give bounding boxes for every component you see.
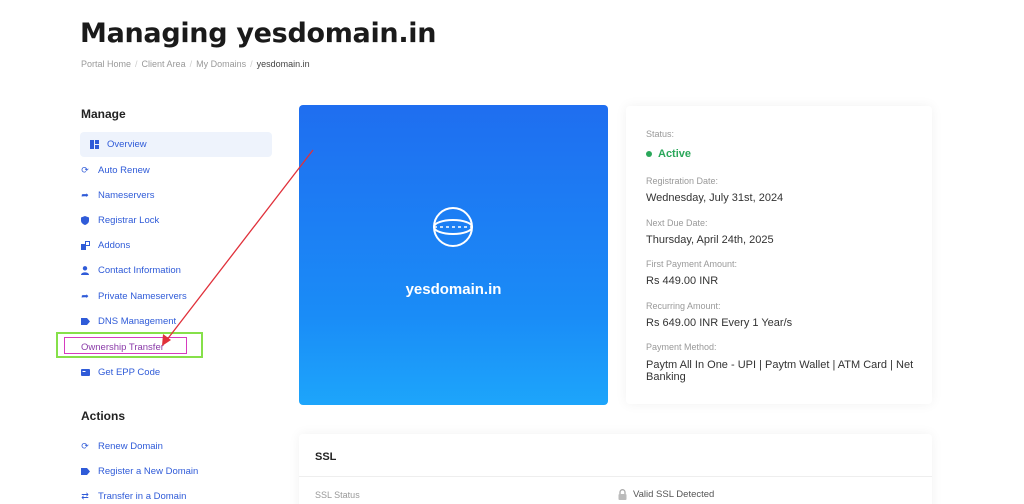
sidebar-item-label: Overview <box>107 139 147 150</box>
sidebar-item-dns-management[interactable]: DNS Management <box>80 310 176 332</box>
breadcrumb-my-domains[interactable]: My Domains <box>196 59 246 69</box>
ssl-card: SSL SSL Status Valid SSL Detected <box>299 434 932 504</box>
tag-icon <box>80 316 90 326</box>
payment-method-label: Payment Method: <box>646 342 717 352</box>
recurring-amount-label: Recurring Amount: <box>646 301 721 311</box>
next-due-date-value: Thursday, April 24th, 2025 <box>646 234 774 246</box>
card-icon <box>80 367 90 377</box>
shield-icon <box>80 215 90 225</box>
sidebar-item-label: Nameservers <box>98 189 155 201</box>
breadcrumb: Portal Home / Client Area / My Domains /… <box>81 59 310 69</box>
sidebar-item-registrar-lock[interactable]: Registrar Lock <box>80 209 159 231</box>
refresh-icon: ⟳ <box>81 164 89 175</box>
user-icon <box>80 265 90 275</box>
refresh-icon: ⟳ <box>81 440 89 451</box>
first-payment-label: First Payment Amount: <box>646 259 738 269</box>
sidebar-item-renew-domain[interactable]: ⟳ Renew Domain <box>80 435 163 457</box>
status-badge: Active <box>646 148 916 160</box>
status-value: Active <box>658 148 692 160</box>
sidebar-item-label: Addons <box>98 239 131 251</box>
dashboard-icon <box>89 140 99 150</box>
sidebar-item-label: Get EPP Code <box>98 366 161 378</box>
arrow-right-icon: ➦ <box>81 189 89 200</box>
sidebar-item-label: Transfer in a Domain <box>98 490 187 502</box>
domain-hero-card: yesdomain.in <box>299 105 608 405</box>
sidebar-item-label: Auto Renew <box>98 164 150 176</box>
sidebar-item-addons[interactable]: Addons <box>80 234 130 256</box>
ssl-status-label: SSL Status <box>315 490 360 500</box>
ssl-status: Valid SSL Detected <box>618 489 714 500</box>
exchange-icon: ⇄ <box>81 490 89 501</box>
divider <box>299 476 932 477</box>
sidebar-item-contact-information[interactable]: Contact Information <box>80 259 181 281</box>
sidebar-item-label: DNS Management <box>98 315 177 327</box>
recurring-amount-value: Rs 649.00 INR Every 1 Year/s <box>646 317 793 329</box>
breadcrumb-separator: / <box>135 59 138 69</box>
sidebar-item-auto-renew[interactable]: ⟳ Auto Renew <box>80 159 150 181</box>
breadcrumb-current: yesdomain.in <box>256 59 310 69</box>
registration-date-value: Wednesday, July 31st, 2024 <box>646 192 784 204</box>
sidebar-item-get-epp-code[interactable]: Get EPP Code <box>80 361 160 383</box>
globe-icon <box>433 207 473 247</box>
first-payment-value: Rs 449.00 INR <box>646 275 719 287</box>
breadcrumb-separator: / <box>250 59 253 69</box>
tag-icon <box>80 466 90 476</box>
sidebar-item-label: Private Nameservers <box>98 290 187 302</box>
arrow-right-icon: ➦ <box>81 290 89 301</box>
page-title: Managing yesdomain.in <box>80 18 437 49</box>
ssl-status-value: Valid SSL Detected <box>633 489 715 500</box>
actions-heading: Actions <box>81 409 126 423</box>
sidebar-item-register-new-domain[interactable]: Register a New Domain <box>80 460 198 482</box>
status-dot-icon <box>646 151 652 158</box>
sidebar-item-nameservers[interactable]: ➦ Nameservers <box>80 184 155 206</box>
sidebar-item-label: Register a New Domain <box>98 465 199 477</box>
breadcrumb-client-area[interactable]: Client Area <box>142 59 186 69</box>
sidebar-item-private-nameservers[interactable]: ➦ Private Nameservers <box>80 285 187 307</box>
breadcrumb-separator: / <box>189 59 193 69</box>
payment-method-value: Paytm All In One - UPI | Paytm Wallet | … <box>646 359 914 383</box>
sidebar-item-overview[interactable]: Overview <box>80 132 272 157</box>
next-due-date-label: Next Due Date: <box>646 218 708 228</box>
sidebar-item-label: Renew Domain <box>98 440 163 452</box>
cubes-icon <box>80 240 90 250</box>
domain-info-card: Status: Active Registration Date: Wednes… <box>626 106 932 404</box>
lock-icon <box>618 489 627 500</box>
status-label: Status: <box>646 129 675 139</box>
ssl-title: SSL <box>315 451 337 463</box>
manage-heading: Manage <box>81 107 126 121</box>
sidebar-item-transfer-domain[interactable]: ⇄ Transfer in a Domain <box>80 485 186 504</box>
hero-domain-name: yesdomain.in <box>405 281 502 298</box>
breadcrumb-portal-home[interactable]: Portal Home <box>81 59 131 69</box>
registration-date-label: Registration Date: <box>646 176 719 186</box>
highlight-box-pink <box>64 337 187 354</box>
sidebar-item-label: Registrar Lock <box>98 214 160 226</box>
sidebar-item-label: Contact Information <box>98 264 181 276</box>
